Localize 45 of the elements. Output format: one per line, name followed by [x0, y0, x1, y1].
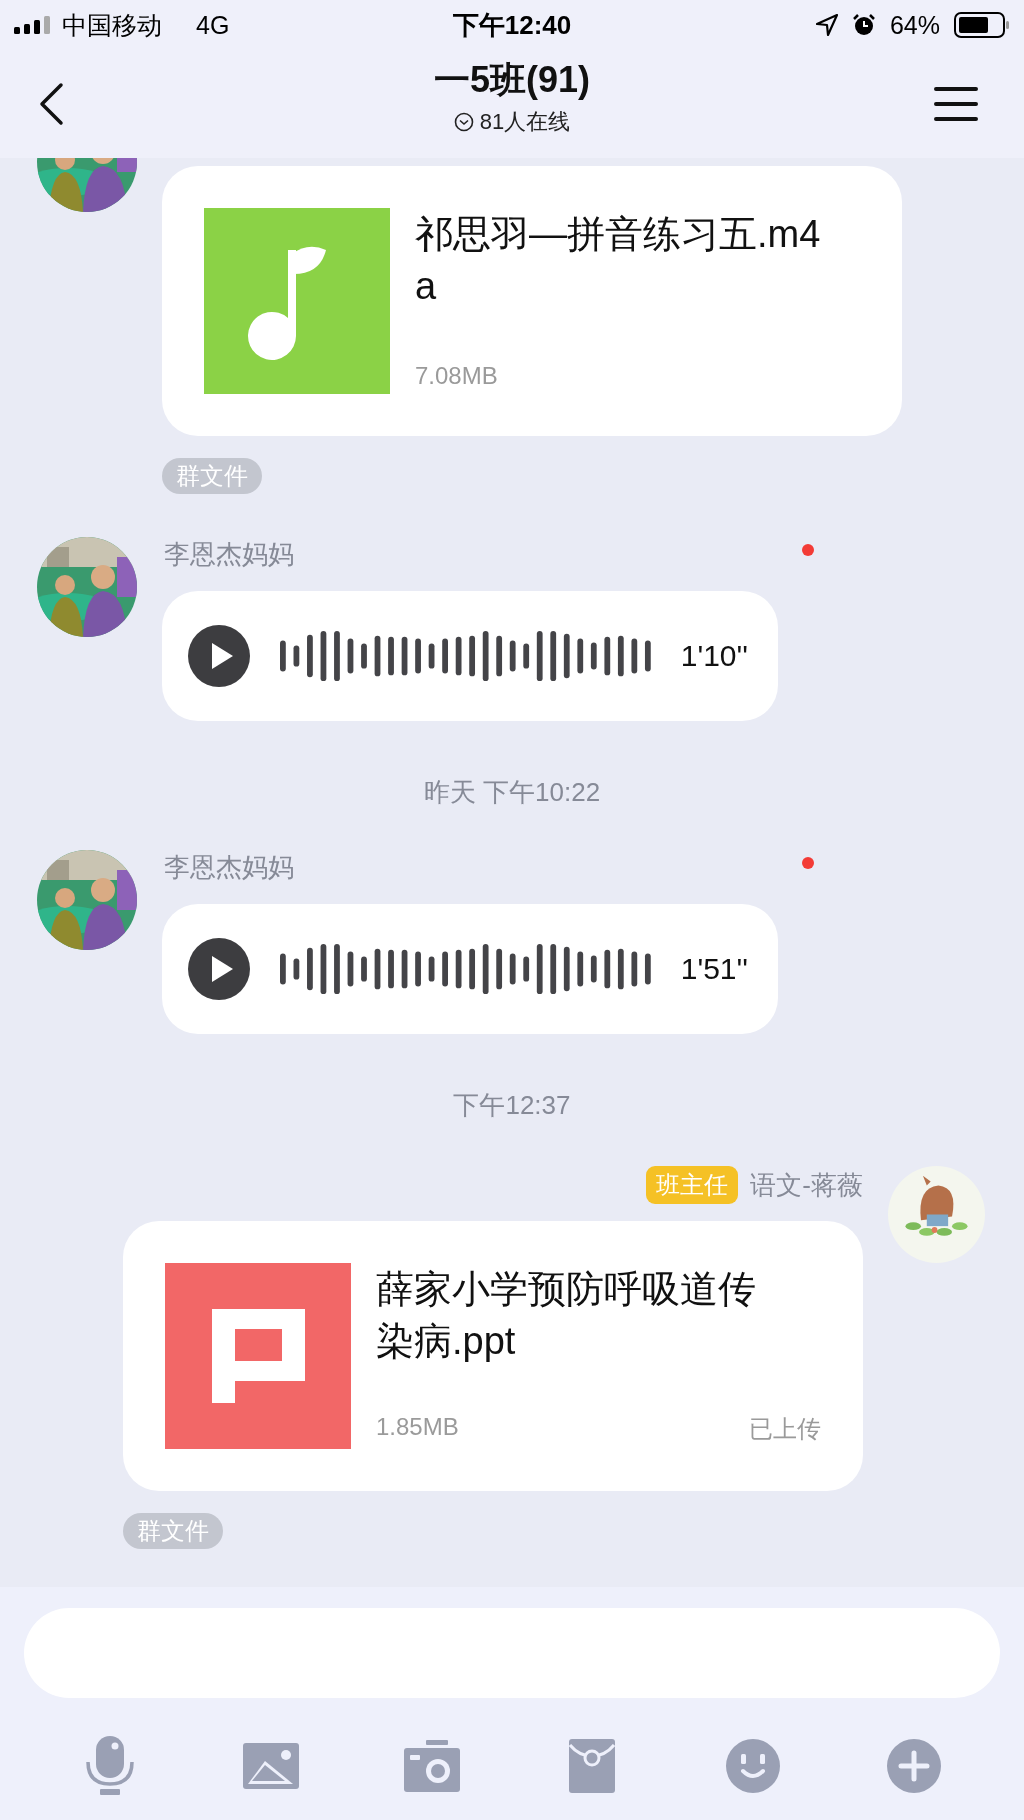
sender-name: 李恩杰妈妈 [164, 851, 294, 884]
timestamp: 昨天 下午10:22 [423, 776, 601, 809]
smiley-icon [725, 1739, 780, 1793]
timestamp: 下午12:37 [453, 1089, 571, 1122]
voice-message-bubble[interactable]: 1'51'' [162, 904, 778, 1034]
chat-title: 一5班(91) [433, 57, 590, 102]
file-name: 薛家小学预防呼吸道传染病.ppt [376, 1267, 757, 1364]
group-file-tag: 群文件 [123, 1513, 223, 1549]
carrier-name: 中国移动 [62, 9, 162, 41]
location-arrow-icon [815, 14, 838, 36]
sender-name: 语文-蒋薇 [750, 1168, 863, 1202]
clock-time: 下午12:40 [452, 8, 572, 42]
file-size: 7.08MB [415, 362, 498, 390]
battery-icon [954, 12, 1010, 38]
file-message-bubble[interactable]: 祁思羽—拼音练习五.m4a 7.08MB [162, 166, 902, 436]
network-type: 4G [196, 10, 230, 40]
chevron-down-circle-icon[interactable] [453, 111, 474, 132]
voice-message-bubble[interactable]: 1'10'' [162, 591, 778, 721]
microphone-icon [86, 1736, 135, 1796]
role-badge: 班主任 [646, 1166, 739, 1204]
file-message-bubble[interactable]: 薛家小学预防呼吸道传染病.ppt 1.85MB 已上传 [123, 1221, 863, 1491]
voice-duration: 1'51'' [680, 952, 748, 986]
play-icon [188, 625, 250, 687]
play-button[interactable] [188, 625, 250, 687]
file-name: 祁思羽—拼音练习五.m4a [415, 212, 822, 309]
menu-icon [934, 86, 978, 122]
add-icon [886, 1739, 941, 1793]
envelope-icon [569, 1739, 616, 1793]
file-size: 1.85MB [376, 1413, 459, 1442]
group-file-tag: 群文件 [162, 458, 262, 494]
back-icon [38, 82, 64, 126]
upload-status: 已上传 [749, 1414, 821, 1444]
alarm-clock-icon [851, 13, 876, 37]
menu-button[interactable] [934, 86, 978, 122]
back-button[interactable] [38, 82, 64, 126]
battery-percent: 64% [889, 10, 940, 40]
online-count: 81人在线 [479, 107, 571, 136]
play-icon [188, 938, 250, 1000]
image-icon [243, 1743, 299, 1789]
presentation-file-icon [165, 1263, 351, 1449]
voice-duration: 1'10'' [680, 639, 748, 673]
camera-icon [403, 1740, 460, 1792]
sender-name: 李恩杰妈妈 [164, 538, 294, 571]
play-button[interactable] [188, 938, 250, 1000]
music-file-icon [204, 208, 390, 394]
